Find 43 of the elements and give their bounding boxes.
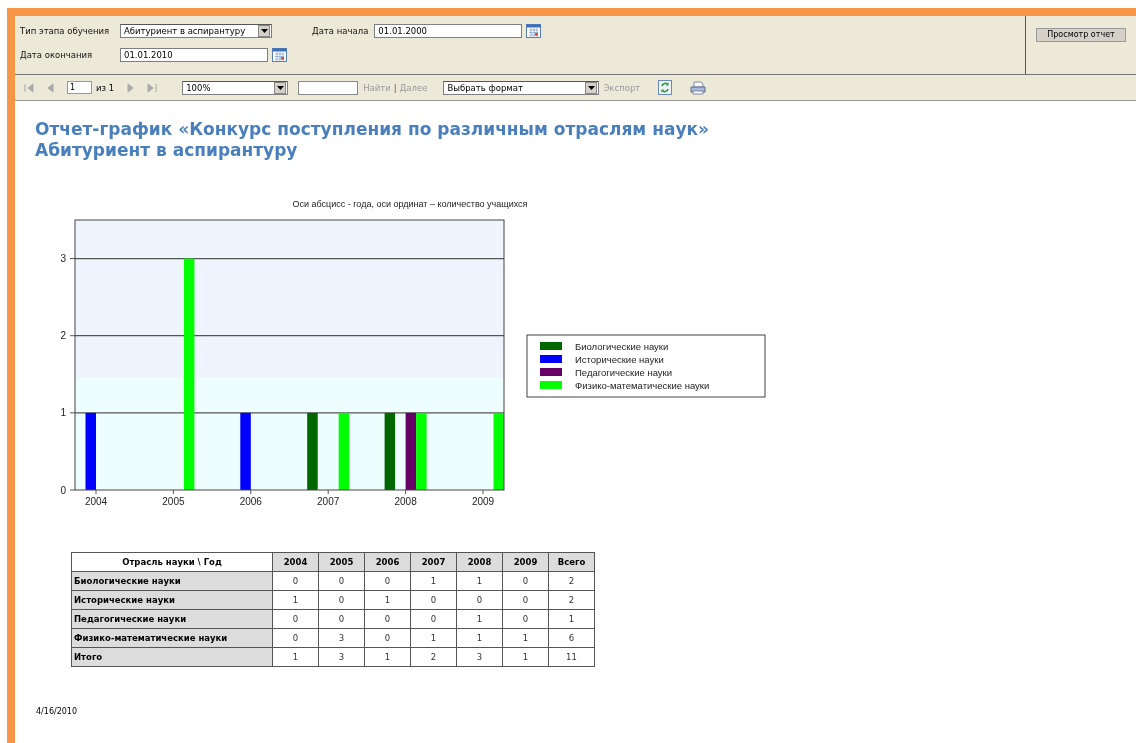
calendar-icon[interactable] <box>526 23 542 38</box>
format-select[interactable]: Выбрать формат <box>443 80 600 95</box>
legend-label: Биологические науки <box>575 341 669 352</box>
field-label: Дата окончания <box>20 49 94 60</box>
column-header: 2008 <box>456 552 503 572</box>
chart-title: Оси абсцисс - года, оси ординат – количество учащихся <box>292 199 528 209</box>
date-field[interactable]: 01.01.2000 <box>374 23 523 38</box>
report-title: Абитуриент в аспирантуру <box>35 140 299 161</box>
column-header: 2009 <box>502 552 549 572</box>
x-tick-label: 2009 <box>471 496 495 507</box>
column-header: 2006 <box>364 552 411 572</box>
legend-label: Исторические науки <box>575 354 664 365</box>
column-header: Всего <box>548 552 595 572</box>
x-tick-label: 2005 <box>162 496 185 507</box>
page-number-field[interactable]: 1 <box>67 81 92 94</box>
view-report-button[interactable]: Просмотр отчет <box>1036 27 1126 42</box>
find-field[interactable] <box>298 80 359 95</box>
x-tick-label: 2007 <box>317 496 340 507</box>
report-date: 4/16/2010 <box>36 707 79 716</box>
legend-label: Педагогические науки <box>575 367 673 378</box>
column-header: 2004 <box>272 552 319 572</box>
x-tick-label: 2006 <box>239 496 262 507</box>
refresh-icon[interactable] <box>658 80 673 95</box>
x-tick-label: 2004 <box>84 496 108 507</box>
zoom-select[interactable]: 100% <box>182 80 289 95</box>
report-title: Отчет-график «Конкурс поступления по различным отраслям наук» <box>35 119 710 140</box>
y-tick-label: 3 <box>60 253 66 265</box>
separator: | <box>393 82 397 93</box>
print-icon[interactable] <box>690 80 707 95</box>
column-header: 2005 <box>318 552 365 572</box>
column-header: Отрасль науки \ Год <box>71 552 273 572</box>
y-tick-label: 0 <box>60 484 66 496</box>
column-header: 2007 <box>410 552 457 572</box>
x-tick-label: 2008 <box>394 496 417 507</box>
y-tick-label: 2 <box>60 330 66 342</box>
field-label: Дата начала <box>312 25 369 36</box>
calendar-icon[interactable] <box>272 47 287 62</box>
legend-label: Физико-математические науки <box>575 380 710 391</box>
field-label: Тип этапа обучения <box>20 25 111 36</box>
y-tick-label: 1 <box>60 407 66 419</box>
stage-select[interactable]: Абитуриент в аспирантуру <box>120 23 272 38</box>
page-count: из 1 <box>96 82 115 93</box>
date-field[interactable]: 01.01.2010 <box>120 47 268 62</box>
